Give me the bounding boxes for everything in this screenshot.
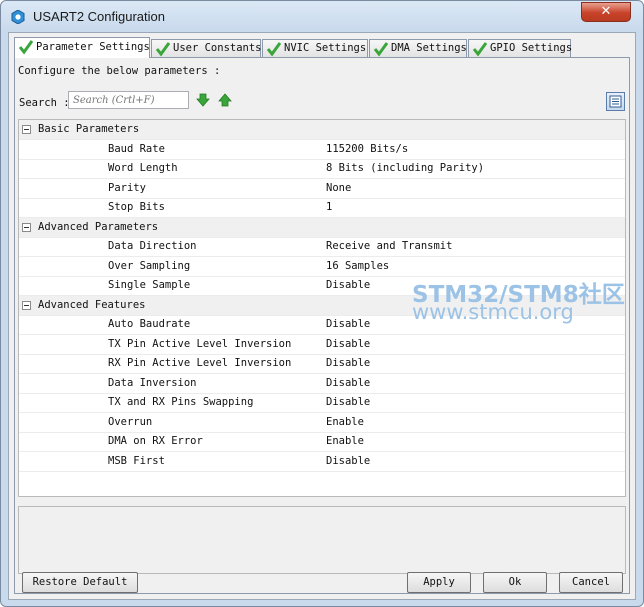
param-name: Single Sample — [108, 279, 191, 291]
param-row[interactable]: Over Sampling 16 Samples — [19, 257, 625, 277]
param-row[interactable]: DMA on RX Error Enable — [19, 432, 625, 452]
collapse-minus-icon[interactable] — [22, 125, 31, 134]
tab-label: DMA Settings — [391, 42, 467, 54]
tab-user-constants[interactable]: User Constants — [151, 39, 262, 57]
param-value[interactable]: Enable — [326, 435, 364, 447]
param-value[interactable]: Disable — [326, 279, 370, 291]
param-value[interactable]: Disable — [326, 377, 370, 389]
param-value[interactable]: Disable — [326, 396, 370, 408]
title-bar[interactable]: USART2 Configuration ✕ — [1, 1, 643, 33]
param-row[interactable]: Overrun Enable — [19, 413, 625, 433]
watermark-url: www.stmcu.org — [412, 300, 574, 324]
cancel-button[interactable]: Cancel — [559, 572, 623, 593]
ok-button[interactable]: Ok — [483, 572, 547, 593]
param-value[interactable]: 1 — [326, 201, 332, 213]
param-value[interactable]: 16 Samples — [326, 260, 389, 272]
window-title: USART2 Configuration — [33, 9, 165, 24]
tab-label: User Constants — [173, 42, 262, 54]
green-check-icon — [373, 42, 389, 57]
param-row[interactable]: TX and RX Pins Swapping Disable — [19, 393, 625, 413]
green-check-icon — [472, 42, 488, 57]
param-value[interactable]: Disable — [326, 455, 370, 467]
param-value[interactable]: 115200 Bits/s — [326, 143, 408, 155]
tab-parameter-settings[interactable]: Parameter Settings — [14, 37, 150, 58]
tab-label: NVIC Settings — [284, 42, 367, 54]
param-name: RX Pin Active Level Inversion — [108, 357, 292, 369]
list-view-icon — [609, 95, 622, 108]
param-name: Overrun — [108, 415, 153, 428]
param-name: Word Length — [108, 162, 178, 174]
param-value[interactable]: Disable — [326, 338, 370, 350]
group-name: Advanced Parameters — [38, 220, 159, 233]
param-name: Parity — [108, 181, 146, 194]
param-name: DMA on RX Error — [108, 435, 203, 447]
list-view-toggle-button[interactable] — [606, 92, 625, 111]
param-value[interactable]: None — [326, 182, 351, 194]
param-value[interactable]: Receive and Transmit — [326, 240, 452, 252]
restore-default-button[interactable]: Restore Default — [22, 572, 138, 593]
tab-label: GPIO Settings — [490, 42, 573, 54]
param-name: Data Direction — [108, 240, 197, 252]
collapse-minus-icon[interactable] — [22, 300, 31, 310]
param-row[interactable]: Data Direction Receive and Transmit — [19, 237, 625, 257]
param-row[interactable]: RX Pin Active Level Inversion Disable — [19, 354, 625, 374]
param-name: Baud Rate — [108, 142, 165, 155]
group-name: Advanced Features — [38, 298, 146, 311]
param-value[interactable]: Disable — [326, 357, 370, 369]
param-name: TX Pin Active Level Inversion — [108, 337, 292, 350]
param-row[interactable]: Baud Rate 115200 Bits/s — [19, 140, 625, 160]
green-check-icon — [266, 42, 282, 57]
green-check-icon — [18, 40, 34, 55]
parameter-description-area — [18, 506, 626, 574]
collapse-minus-icon[interactable] — [22, 222, 31, 232]
usart-config-icon — [11, 10, 25, 24]
param-row[interactable]: Parity None — [19, 179, 625, 199]
param-row[interactable]: MSB First Disable — [19, 452, 625, 472]
group-row-basic-parameters[interactable]: Basic Parameters — [19, 120, 625, 140]
tab-gpio-settings[interactable]: GPIO Settings — [468, 39, 573, 57]
search-input[interactable] — [68, 91, 189, 109]
tab-nvic-settings[interactable]: NVIC Settings — [262, 39, 368, 57]
tab-label: Parameter Settings — [36, 41, 150, 53]
param-row[interactable]: Data Inversion Disable — [19, 374, 625, 394]
green-check-icon — [155, 42, 171, 57]
group-row-advanced-parameters[interactable]: Advanced Parameters — [19, 217, 625, 238]
param-value[interactable]: 8 Bits (including Parity) — [326, 162, 484, 174]
green-up-arrow-icon[interactable] — [218, 93, 232, 107]
param-name: Data Inversion — [108, 376, 197, 389]
param-name: Stop Bits — [108, 201, 165, 213]
green-down-arrow-icon[interactable] — [196, 93, 210, 107]
param-row[interactable]: Stop Bits 1 — [19, 198, 625, 218]
param-row[interactable]: TX Pin Active Level Inversion Disable — [19, 335, 625, 355]
param-name: Auto Baudrate — [108, 318, 191, 330]
group-name: Basic Parameters — [38, 123, 140, 135]
param-value[interactable]: Enable — [326, 416, 364, 428]
param-name: TX and RX Pins Swapping — [108, 396, 254, 408]
param-name: MSB First — [108, 454, 165, 467]
search-label: Search : — [19, 97, 70, 109]
panel-description: Configure the below parameters : — [18, 65, 221, 77]
close-icon: ✕ — [600, 4, 612, 19]
close-button[interactable]: ✕ — [581, 2, 631, 22]
parameter-settings-panel: Configure the below parameters : Search … — [14, 57, 630, 594]
param-name: Over Sampling — [108, 259, 191, 272]
param-row[interactable]: Word Length 8 Bits (including Parity) — [19, 159, 625, 179]
apply-button[interactable]: Apply — [407, 572, 471, 593]
tab-dma-settings[interactable]: DMA Settings — [369, 39, 467, 57]
param-value[interactable]: Disable — [326, 318, 370, 330]
